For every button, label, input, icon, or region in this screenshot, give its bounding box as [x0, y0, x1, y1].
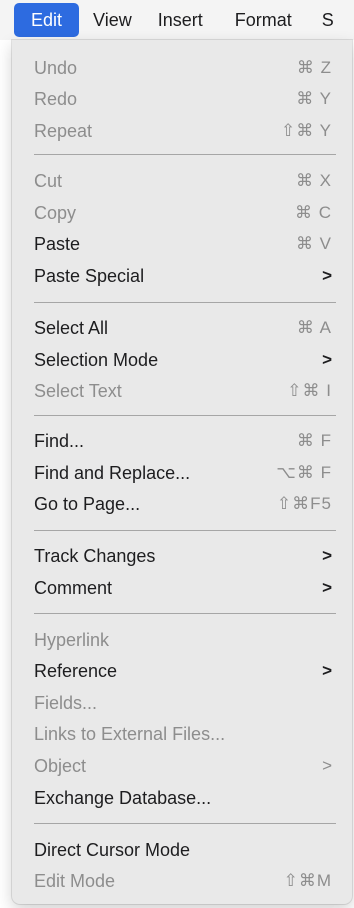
menu-item-object[interactable]: Object > — [12, 750, 352, 782]
menu-item-label: Edit Mode — [34, 870, 116, 891]
menubar-format[interactable]: Format — [235, 0, 292, 40]
shortcut-label: ⌘ V — [295, 234, 332, 253]
separator — [34, 154, 336, 155]
chevron-right-icon: > — [322, 546, 332, 565]
menu-item-edit-mode[interactable]: Edit Mode ⇧⌘M — [12, 865, 352, 897]
menubar-insert[interactable]: Insert — [158, 0, 203, 40]
menubar-edit[interactable]: Edit — [14, 3, 80, 37]
separator — [34, 823, 336, 824]
menu-item-label: Select All — [34, 317, 109, 338]
menubar-more[interactable]: S — [322, 0, 334, 40]
menu-item-undo[interactable]: Undo ⌘ Z — [12, 52, 352, 84]
menu-item-label: Repeat — [34, 120, 93, 141]
chevron-right-icon: > — [322, 661, 332, 680]
separator — [34, 613, 336, 614]
menubar-view[interactable]: View — [93, 0, 132, 40]
menu-item-label: Exchange Database... — [34, 787, 212, 808]
menu-item-label: Fields... — [34, 692, 98, 713]
menu-item-find-replace[interactable]: Find and Replace... ⌥⌘ F — [12, 457, 352, 489]
chevron-right-icon: > — [322, 350, 332, 369]
menu-item-label: Track Changes — [34, 545, 156, 566]
menu-item-track-changes[interactable]: Track Changes > — [12, 540, 352, 572]
menu-item-label: Direct Cursor Mode — [34, 839, 191, 860]
menu-item-selection-mode[interactable]: Selection Mode > — [12, 344, 352, 376]
menu-item-hyperlink[interactable]: Hyperlink — [12, 624, 352, 656]
menu-item-label: Paste — [34, 233, 81, 254]
shortcut-label: ⇧⌘M — [283, 871, 332, 890]
menu-item-find[interactable]: Find... ⌘ F — [12, 425, 352, 457]
menu-item-repeat[interactable]: Repeat ⇧⌘ Y — [12, 115, 352, 147]
shortcut-label: ⌘ C — [295, 203, 332, 222]
separator — [34, 530, 336, 531]
separator — [34, 302, 336, 303]
menu-item-select-all[interactable]: Select All ⌘ A — [12, 312, 352, 344]
menu-item-label: Selection Mode — [34, 349, 159, 370]
menu-bar: Edit View Insert Format S — [0, 0, 354, 40]
menu-item-label: Comment — [34, 577, 113, 598]
menu-item-cut[interactable]: Cut ⌘ X — [12, 165, 352, 197]
menu-item-label: Copy — [34, 202, 77, 223]
chevron-right-icon: > — [322, 266, 332, 285]
shortcut-label: ⌘ X — [295, 171, 332, 190]
menu-item-label: Paste Special — [34, 265, 145, 286]
menu-item-label: Select Text — [34, 380, 122, 401]
menu-item-select-text[interactable]: Select Text ⇧⌘ I — [12, 375, 352, 407]
menu-item-paste-special[interactable]: Paste Special > — [12, 260, 352, 292]
menu-item-label: Hyperlink — [34, 629, 110, 650]
menu-item-reference[interactable]: Reference > — [12, 655, 352, 687]
menu-item-fields[interactable]: Fields... — [12, 687, 352, 719]
menu-item-links-external[interactable]: Links to External Files... — [12, 718, 352, 750]
menu-item-label: Links to External Files... — [34, 723, 226, 744]
menu-item-label: Find and Replace... — [34, 462, 191, 483]
separator — [34, 415, 336, 416]
shortcut-label: ⌘ A — [296, 318, 332, 337]
menu-item-label: Undo — [34, 57, 78, 78]
shortcut-label: ⌘ Y — [296, 89, 332, 108]
menu-item-comment[interactable]: Comment > — [12, 572, 352, 604]
menu-item-go-to-page[interactable]: Go to Page... ⇧⌘F5 — [12, 488, 352, 520]
shortcut-label: ⌥⌘ F — [276, 463, 332, 482]
shortcut-label: ⇧⌘ Y — [281, 121, 332, 140]
menu-item-label: Object — [34, 755, 87, 776]
shortcut-label: ⌘ F — [296, 431, 332, 450]
menu-item-paste[interactable]: Paste ⌘ V — [12, 228, 352, 260]
chevron-right-icon: > — [322, 578, 332, 597]
menu-item-label: Reference — [34, 660, 118, 681]
menu-item-label: Redo — [34, 88, 78, 109]
chevron-right-icon: > — [322, 756, 332, 775]
menu-item-label: Cut — [34, 170, 63, 191]
menu-item-label: Find... — [34, 430, 85, 451]
menu-item-copy[interactable]: Copy ⌘ C — [12, 197, 352, 229]
shortcut-label: ⇧⌘ I — [287, 381, 332, 400]
shortcut-label: ⇧⌘F5 — [276, 494, 332, 513]
menu-item-exchange-database[interactable]: Exchange Database... — [12, 782, 352, 814]
menu-item-label: Go to Page... — [34, 493, 141, 514]
shortcut-label: ⌘ Z — [296, 58, 332, 77]
edit-menu-dropdown: Undo ⌘ Z Redo ⌘ Y Repeat ⇧⌘ Y Cut ⌘ X Co… — [12, 40, 352, 904]
menu-item-redo[interactable]: Redo ⌘ Y — [12, 83, 352, 115]
menu-item-direct-cursor-mode[interactable]: Direct Cursor Mode — [12, 834, 352, 866]
